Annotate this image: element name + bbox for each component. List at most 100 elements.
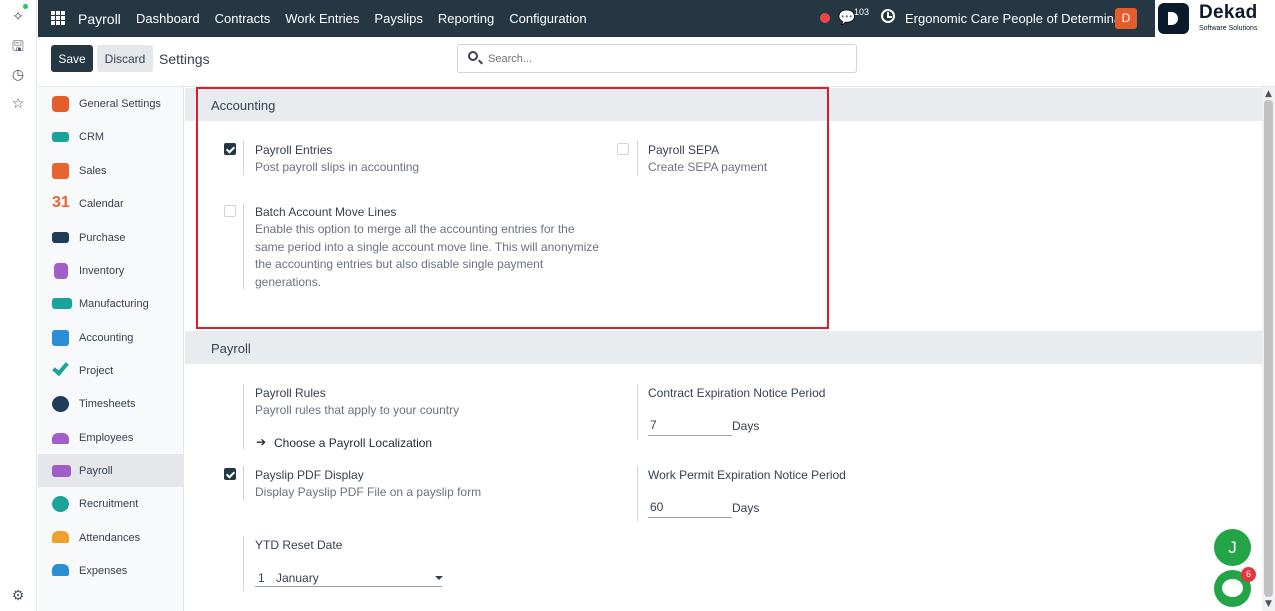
left-rail: ✧ 🖫 ◷ ☆ ⚙	[0, 0, 37, 611]
batch-move-title: Batch Account Move Lines	[255, 205, 397, 219]
attendances-icon	[52, 531, 69, 543]
chat-count-badge: 103	[854, 7, 870, 17]
menu-configuration[interactable]: Configuration	[509, 11, 586, 26]
ytd-month-value: January	[276, 571, 319, 585]
apps-menu-icon[interactable]	[51, 11, 65, 25]
menu-dashboard[interactable]: Dashboard	[136, 11, 200, 26]
search-box[interactable]	[457, 44, 857, 73]
manufacturing-icon	[52, 298, 72, 309]
employees-icon	[52, 433, 69, 444]
scroll-thumb[interactable]	[1264, 100, 1273, 597]
payroll-sepa-title: Payroll SEPA	[648, 143, 720, 157]
contract-notice-title: Contract Expiration Notice Period	[648, 386, 826, 400]
divider	[243, 203, 244, 289]
sidebar-item-label: Purchase	[79, 232, 126, 244]
sidebar-item-project[interactable]: Project	[38, 354, 184, 387]
menu-contracts[interactable]: Contracts	[215, 11, 271, 26]
section-title-payroll: Payroll	[211, 341, 251, 356]
brand-logo: Dekad Software Solutions	[1155, 0, 1275, 37]
payroll-rules-desc: Payroll rules that apply to your country	[255, 403, 460, 417]
sidebar-item-payroll[interactable]: Payroll	[38, 454, 184, 487]
user-chat-bubble[interactable]: J	[1214, 529, 1251, 566]
recruitment-icon	[52, 496, 69, 512]
sidebar-item-label: Inventory	[79, 265, 125, 277]
payroll-sepa-desc: Create SEPA payment	[648, 160, 768, 174]
scroll-down-icon[interactable]: ▼	[1265, 599, 1272, 609]
divider	[243, 536, 244, 591]
sidebar-item-employees[interactable]: Employees	[38, 421, 184, 454]
sidebar-item-label: Expenses	[79, 565, 128, 577]
permit-notice-input[interactable]: 60	[648, 499, 732, 518]
payroll-localization-link[interactable]: Choose a Payroll Localization	[274, 436, 432, 450]
sidebar-item-recruitment[interactable]: Recruitment	[38, 487, 184, 520]
divider	[637, 466, 638, 521]
history-icon[interactable]: ◷	[9, 66, 27, 84]
chevron-down-icon	[435, 576, 443, 580]
sparkle-icon[interactable]: ✧	[9, 8, 27, 26]
payroll-sepa-checkbox[interactable]	[617, 143, 629, 155]
payroll-icon	[52, 465, 71, 477]
sidebar-item-label: Calendar	[79, 198, 124, 210]
payroll-entries-title: Payroll Entries	[255, 143, 333, 157]
sidebar-item-crm[interactable]: CRM	[38, 120, 184, 153]
sidebar-item-general-settings[interactable]: General Settings	[38, 87, 184, 120]
divider	[243, 384, 244, 449]
control-panel: Save Discard Settings	[38, 37, 1275, 87]
breadcrumb: Settings	[159, 51, 210, 67]
save-button[interactable]: Save	[51, 45, 93, 72]
contract-notice-input[interactable]: 7	[648, 417, 732, 436]
sidebar-item-label: Project	[79, 365, 114, 377]
content-scrollbar[interactable]: ▲ ▼	[1262, 87, 1275, 611]
company-switcher[interactable]: Ergonomic Care People of Determina...	[905, 11, 1132, 26]
project-icon	[52, 358, 69, 377]
sidebar-item-accounting[interactable]: Accounting	[38, 321, 184, 354]
ytd-reset-select[interactable]: 1 January	[255, 568, 443, 587]
crm-icon	[52, 132, 69, 142]
recording-indicator-icon[interactable]	[820, 13, 830, 23]
chat-icon[interactable]: 💬	[838, 10, 855, 26]
sidebar-item-manufacturing[interactable]: Manufacturing	[38, 287, 184, 320]
activity-clock-icon[interactable]	[881, 9, 895, 23]
payroll-section-header: Payroll	[185, 331, 1262, 364]
payslip-pdf-checkbox[interactable]	[224, 468, 236, 480]
purchase-icon	[52, 232, 69, 243]
menu-work-entries[interactable]: Work Entries	[285, 11, 359, 26]
divider	[637, 141, 638, 175]
sidebar-item-expenses[interactable]: Expenses	[38, 554, 184, 587]
sidebar-item-sales[interactable]: Sales	[38, 154, 184, 187]
search-input[interactable]	[488, 50, 848, 68]
payslip-pdf-desc: Display Payslip PDF File on a payslip fo…	[255, 485, 482, 499]
expenses-icon	[52, 564, 69, 576]
star-icon[interactable]: ☆	[9, 95, 27, 113]
permit-notice-unit: Days	[732, 501, 760, 515]
sidebar-item-label: Attendances	[79, 532, 141, 544]
menu-reporting[interactable]: Reporting	[438, 11, 494, 26]
sidebar-item-label: Timesheets	[79, 398, 136, 410]
sidebar-item-calendar[interactable]: 31 Calendar	[38, 187, 184, 220]
scroll-up-icon[interactable]: ▲	[1265, 89, 1272, 99]
sidebar-item-purchase[interactable]: Purchase	[38, 221, 184, 254]
sidebar-item-label: CRM	[79, 131, 105, 143]
main-menu: Dashboard Contracts Work Entries Payslip…	[136, 11, 587, 26]
sidebar-item-label: Recruitment	[79, 498, 139, 510]
sidebar-item-attendances[interactable]: Attendances	[38, 521, 184, 554]
payroll-entries-desc: Post payroll slips in accounting	[255, 160, 420, 174]
app-name[interactable]: Payroll	[78, 11, 121, 27]
brand-mark-icon	[1158, 3, 1189, 34]
inbox-icon[interactable]: 🖫	[9, 38, 27, 56]
accounting-icon	[52, 330, 69, 346]
discard-button[interactable]: Discard	[97, 45, 153, 72]
brand-name: Dekad	[1199, 2, 1258, 23]
sidebar-item-inventory[interactable]: Inventory	[38, 254, 184, 287]
payroll-entries-checkbox[interactable]	[224, 143, 236, 155]
general-settings-icon	[52, 96, 69, 112]
menu-payslips[interactable]: Payslips	[374, 11, 422, 26]
user-avatar[interactable]: D	[1115, 8, 1137, 29]
gear-icon[interactable]: ⚙	[9, 587, 27, 605]
arrow-right-icon: ➔	[256, 435, 267, 449]
batch-move-checkbox[interactable]	[224, 205, 236, 217]
divider	[637, 384, 638, 439]
permit-notice-title: Work Permit Expiration Notice Period	[648, 468, 846, 482]
sidebar-item-timesheets[interactable]: Timesheets	[38, 387, 184, 420]
top-navbar: Payroll Dashboard Contracts Work Entries…	[38, 0, 1155, 37]
